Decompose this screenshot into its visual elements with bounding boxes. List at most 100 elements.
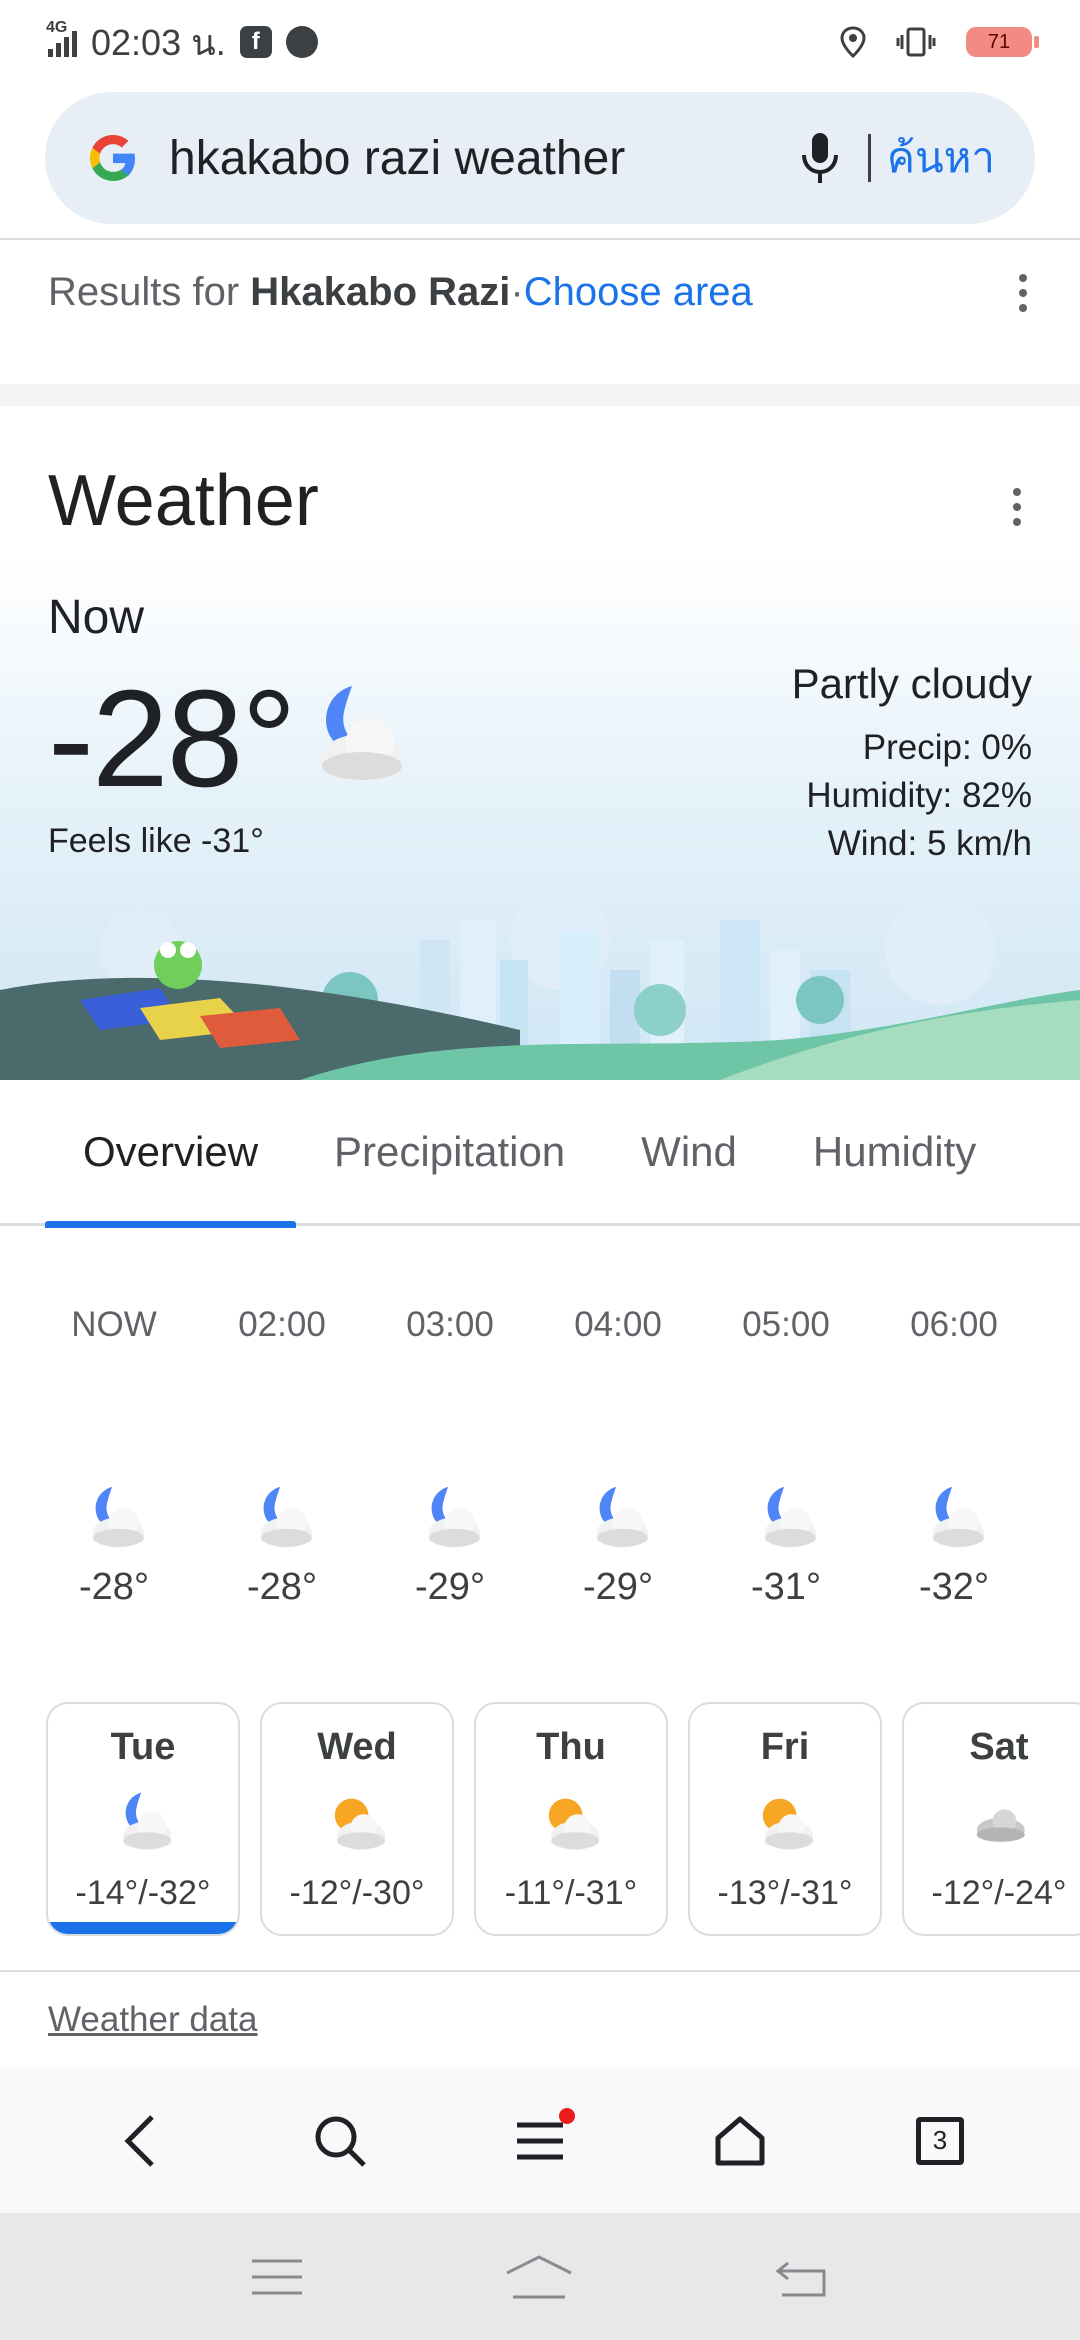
results-prefix: Results for <box>48 270 240 314</box>
hour-temp: -32° <box>918 1566 990 1608</box>
feels-like: Feels like -31° <box>48 822 264 860</box>
hourly-item: 06:00 -32° <box>870 1260 1038 1609</box>
humidity-value: Humidity: 82% <box>806 776 1032 815</box>
tab-humidity[interactable]: Humidity <box>775 1079 1014 1225</box>
more-options-icon[interactable] <box>1008 273 1038 312</box>
search-icon <box>315 2116 366 2167</box>
status-time: 02:03 น. <box>91 21 226 63</box>
hour-temp: -29° <box>414 1566 486 1608</box>
hourly-item: 05:00 -31° <box>702 1260 870 1609</box>
partly-cloudy-night-icon <box>597 1486 648 1548</box>
hour-temp: -31° <box>750 1566 822 1608</box>
hour-temp: -29° <box>582 1566 654 1608</box>
battery-level: 71 <box>987 30 1011 53</box>
signal-icon: 4G <box>46 19 77 57</box>
hour-label: 03:00 <box>406 1305 494 1344</box>
day-label: Tue <box>110 1726 176 1768</box>
system-navigation-bar <box>0 2213 1080 2340</box>
browser-toolbar: 3 <box>0 2068 1080 2213</box>
day-card-sat[interactable]: Sat -12°/-24° <box>902 1702 1080 1936</box>
system-home-icon[interactable] <box>503 2253 575 2301</box>
home-button[interactable] <box>695 2096 785 2186</box>
divider <box>0 1970 1080 1972</box>
day-temps: -12°/-30° <box>289 1874 425 1912</box>
weather-title: Weather <box>48 461 319 541</box>
daily-forecast[interactable]: Tue -14°/-32° Wed -12°/-30° Thu -11°/-31… <box>0 1700 1080 1940</box>
day-card-fri[interactable]: Fri -13°/-31° <box>688 1702 882 1936</box>
day-label: Fri <box>760 1726 810 1768</box>
day-temps: -13°/-31° <box>717 1874 853 1912</box>
menu-button[interactable] <box>495 2096 585 2186</box>
partly-sunny-icon <box>762 1798 814 1851</box>
condition-text: Partly cloudy <box>791 660 1032 707</box>
battery-icon: 71 <box>966 27 1039 57</box>
hour-label: NOW <box>71 1305 157 1344</box>
results-separator: · <box>510 270 524 314</box>
status-bar: 4G 02:03 น. f 71 <box>0 0 1080 84</box>
tab-precipitation[interactable]: Precipitation <box>296 1079 603 1225</box>
chevron-left-icon <box>124 2114 154 2167</box>
search-input[interactable]: hkakabo razi weather <box>169 131 790 186</box>
day-label: Sat <box>969 1726 1029 1768</box>
hour-temp: -28° <box>246 1566 318 1608</box>
day-temps: -12°/-24° <box>931 1874 1067 1912</box>
cloudy-icon <box>976 1809 1025 1842</box>
partly-cloudy-night-icon <box>261 1486 312 1548</box>
divider <box>0 238 1080 240</box>
network-type: 4G <box>46 19 68 36</box>
partly-cloudy-night-icon <box>765 1486 816 1548</box>
day-card-tue[interactable]: Tue -14°/-32° <box>46 1702 240 1936</box>
partly-sunny-icon <box>334 1798 386 1851</box>
hour-label: 04:00 <box>574 1305 662 1344</box>
search-tab-button[interactable] <box>295 2096 385 2186</box>
results-location-row: Results for Hkakabo Razi · Choose area <box>48 270 1038 315</box>
day-temps: -14°/-32° <box>75 1874 211 1912</box>
weather-more-options-icon[interactable] <box>1002 488 1032 526</box>
partly-cloudy-night-icon <box>322 686 402 782</box>
weather-data-link[interactable]: Weather data <box>48 2000 258 2040</box>
notification-dot <box>559 2107 575 2124</box>
messenger-notification-icon <box>285 26 318 58</box>
day-label: Thu <box>536 1726 606 1768</box>
search-button[interactable]: ค้นหา <box>887 125 995 191</box>
hour-label: 05:00 <box>742 1305 830 1344</box>
now-label: Now <box>48 591 145 644</box>
partly-sunny-icon <box>548 1798 600 1851</box>
back-button[interactable] <box>95 2096 185 2186</box>
weather-tabs: Overview Precipitation Wind Humidity <box>0 1079 1080 1228</box>
hour-label: 06:00 <box>910 1305 998 1344</box>
tab-count: 3 <box>916 2116 964 2165</box>
results-place: Hkakabo Razi <box>250 270 511 314</box>
recent-apps-icon[interactable] <box>250 2257 304 2297</box>
tabs-button[interactable]: 3 <box>895 2096 985 2186</box>
day-temps: -11°/-31° <box>504 1874 638 1912</box>
partly-cloudy-night-icon <box>123 1792 172 1851</box>
partly-cloudy-night-icon <box>429 1486 480 1548</box>
choose-area-link[interactable]: Choose area <box>524 270 753 315</box>
facebook-notification-icon: f <box>239 26 272 58</box>
system-back-icon[interactable] <box>774 2255 830 2299</box>
tab-wind[interactable]: Wind <box>603 1079 775 1225</box>
day-card-thu[interactable]: Thu -11°/-31° <box>474 1702 668 1936</box>
current-temperature: -28° <box>48 662 297 816</box>
hourly-item: NOW -28° <box>30 1260 198 1609</box>
wind-value: Wind: 5 km/h <box>827 824 1032 863</box>
hour-label: 02:00 <box>238 1305 326 1344</box>
hourly-forecast[interactable]: NOW -28° 02:00 -28° 03:00 -29° 04:00 -29… <box>0 1260 1080 1640</box>
day-label: Wed <box>317 1726 397 1768</box>
partly-cloudy-night-icon <box>93 1486 144 1548</box>
partly-cloudy-night-icon <box>933 1486 984 1548</box>
microphone-icon[interactable] <box>790 128 850 188</box>
conditions-panel: Partly cloudy Precip: 0% Humidity: 82% W… <box>792 660 1032 868</box>
location-icon <box>840 26 866 58</box>
hourly-item: 03:00 -29° <box>366 1260 534 1609</box>
day-card-wed[interactable]: Wed -12°/-30° <box>260 1702 454 1936</box>
vibrate-icon <box>896 27 936 57</box>
weather-illustration <box>0 890 1080 1080</box>
search-bar[interactable]: hkakabo razi weather ค้นหา <box>45 92 1035 224</box>
search-divider <box>867 134 871 182</box>
tab-overview[interactable]: Overview <box>45 1079 297 1228</box>
google-logo-icon <box>90 135 135 181</box>
precipitation-value: Precip: 0% <box>862 728 1032 767</box>
section-separator <box>0 384 1080 406</box>
